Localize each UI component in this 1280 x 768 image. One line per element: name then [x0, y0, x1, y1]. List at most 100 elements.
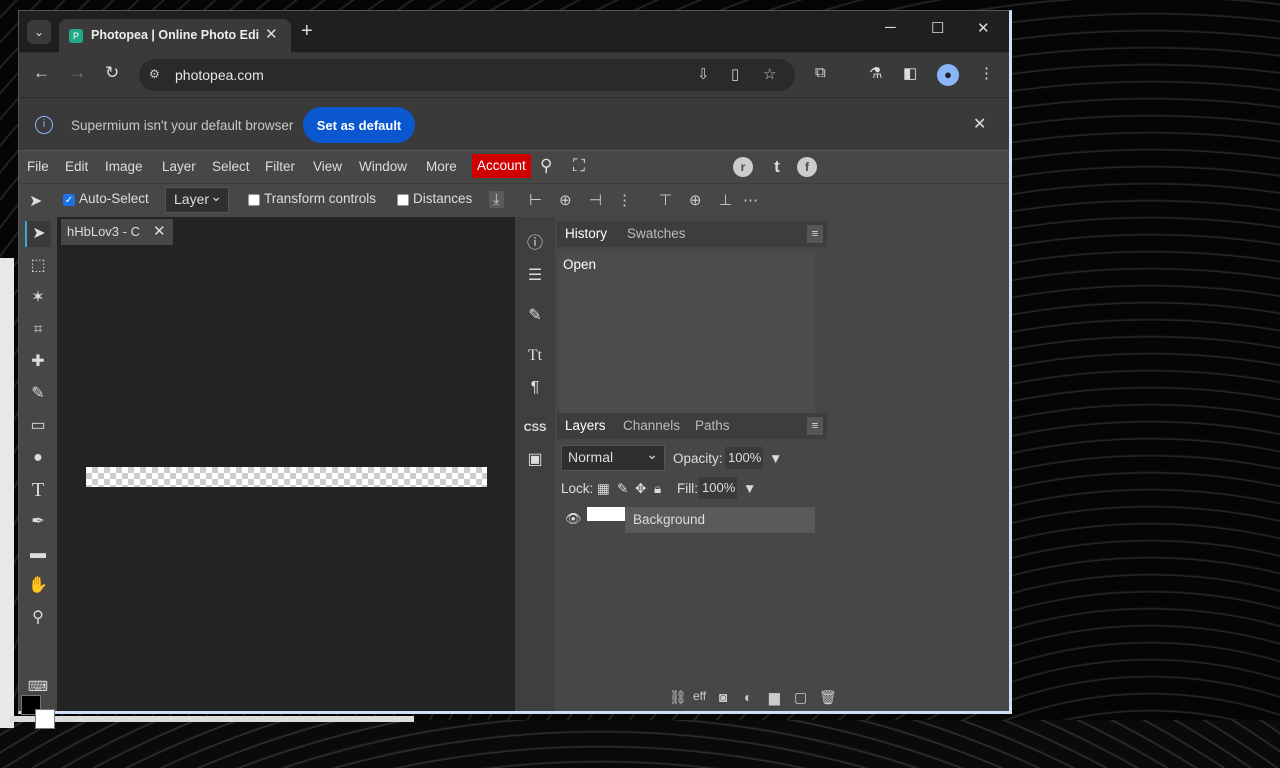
healing-brush-tool-icon[interactable]: ✚ [25, 349, 51, 375]
menu-edit[interactable]: Edit [65, 159, 88, 174]
history-entry-open[interactable]: Open [563, 257, 596, 272]
history-panel-menu-icon[interactable]: ≡ [807, 225, 823, 243]
browser-menu-icon[interactable]: ⋮ [979, 64, 994, 82]
new-tab-icon[interactable]: + [301, 20, 313, 43]
labs-flask-icon[interactable]: ⚗ [869, 64, 882, 82]
minimize-icon[interactable]: ─ [885, 19, 896, 36]
account-button[interactable]: Account [472, 154, 531, 178]
background-color-swatch[interactable] [35, 709, 55, 729]
canvas-workspace[interactable]: hHbLov3 - C ✕ [57, 217, 515, 711]
distribute-v-icon[interactable]: ⋯ [743, 191, 758, 209]
search-icon[interactable]: ⚲ [540, 156, 552, 176]
download-icon[interactable]: ⤓ [489, 191, 504, 208]
move-tool-icon[interactable]: ➤ [25, 221, 51, 247]
brush-panel-icon[interactable]: ✎ [517, 301, 553, 331]
info-panel-icon[interactable]: ⓘ [517, 229, 553, 259]
side-panel-icon[interactable]: ◧ [903, 64, 917, 82]
omnibox[interactable]: ⚙ photopea.com ⇩ ▯ ☆ [139, 59, 795, 91]
css-panel-icon[interactable]: CSS [517, 413, 553, 443]
fill-input[interactable]: 100% [699, 477, 737, 499]
adjustments-panel-icon[interactable]: ☰ [517, 261, 553, 291]
page-icon[interactable]: ▯ [731, 65, 739, 83]
maximize-icon[interactable]: ☐ [931, 19, 944, 37]
back-icon[interactable]: ← [33, 63, 50, 83]
site-info-icon[interactable]: ⚙ [149, 67, 160, 81]
blur-tool-icon[interactable]: ● [25, 445, 51, 471]
menu-view[interactable]: View [313, 159, 342, 174]
fullscreen-icon[interactable]: ⛶ [573, 156, 585, 176]
facebook-icon[interactable]: f [797, 157, 817, 177]
bookmark-star-icon[interactable]: ☆ [763, 65, 776, 83]
zoom-tool-icon[interactable]: ⚲ [25, 605, 51, 631]
align-center-h-icon[interactable]: ⊕ [559, 191, 572, 209]
layer-row[interactable]: 👁︎ Background [559, 507, 815, 533]
paragraph-panel-icon[interactable]: ¶ [517, 373, 553, 403]
install-app-icon[interactable]: ⇩ [697, 65, 710, 83]
menu-more[interactable]: More [426, 159, 457, 174]
tab-search-button[interactable]: ⌄ [27, 20, 51, 44]
tab-photopea[interactable]: P Photopea | Online Photo Editor ✕ [59, 19, 291, 53]
layers-panel-menu-icon[interactable]: ≡ [807, 417, 823, 435]
lock-all-icon[interactable]: 🔒︎ [654, 481, 661, 497]
type-tool-icon[interactable]: T [25, 477, 51, 503]
extensions-icon[interactable]: ⧉ [815, 64, 826, 81]
hand-tool-icon[interactable]: ✋ [25, 573, 51, 599]
align-left-icon[interactable]: ⊢ [529, 191, 542, 209]
opacity-dropdown-icon[interactable]: ▼ [769, 451, 782, 466]
infobar-close-icon[interactable]: ✕ [973, 114, 986, 134]
menu-file[interactable]: File [27, 159, 49, 174]
menu-filter[interactable]: Filter [265, 159, 295, 174]
visibility-eye-icon[interactable]: 👁︎ [565, 511, 582, 527]
twitter-icon[interactable]: t [767, 157, 787, 177]
link-layers-icon[interactable]: ⛓ [669, 689, 687, 706]
document-tab[interactable]: hHbLov3 - C ✕ [61, 219, 173, 245]
layer-mask-icon[interactable]: ◙ [719, 689, 727, 705]
align-top-icon[interactable]: ⊤ [659, 191, 672, 209]
tab-history[interactable]: History [565, 226, 607, 241]
tab-paths[interactable]: Paths [695, 418, 730, 433]
magic-wand-tool-icon[interactable]: ✶ [25, 285, 51, 311]
adjustment-layer-icon[interactable]: ◐ [744, 689, 752, 705]
reload-icon[interactable]: ↻ [105, 63, 119, 83]
marquee-tool-icon[interactable]: ⬚ [25, 253, 51, 279]
menu-select[interactable]: Select [212, 159, 250, 174]
align-bottom-icon[interactable]: ⊥ [719, 191, 732, 209]
gradient-tool-icon[interactable]: ▭ [25, 413, 51, 439]
lock-paint-icon[interactable]: ✎ [617, 481, 628, 497]
close-window-icon[interactable]: ✕ [977, 19, 990, 37]
delete-layer-icon[interactable]: 🗑︎ [819, 689, 837, 706]
auto-select-target-dropdown[interactable]: Layer [165, 187, 229, 213]
menu-layer[interactable]: Layer [162, 159, 196, 174]
tab-channels[interactable]: Channels [623, 418, 680, 433]
menu-image[interactable]: Image [105, 159, 143, 174]
document-canvas[interactable] [86, 467, 487, 487]
opacity-input[interactable]: 100% [725, 447, 763, 469]
reddit-icon[interactable]: r [733, 157, 753, 177]
background-window[interactable] [0, 258, 14, 728]
layer-effects-icon[interactable]: eff [693, 689, 706, 703]
brush-tool-icon[interactable]: ✎ [25, 381, 51, 407]
blend-mode-dropdown[interactable]: Normal [561, 445, 665, 471]
distribute-h-icon[interactable]: ⋮ [617, 191, 632, 209]
auto-select-checkbox[interactable]: ✓ [63, 194, 75, 206]
forward-icon[interactable]: → [69, 63, 86, 83]
distances-checkbox[interactable] [397, 194, 409, 206]
new-group-icon[interactable]: ▆ [769, 689, 780, 706]
align-middle-v-icon[interactable]: ⊕ [689, 191, 702, 209]
fill-dropdown-icon[interactable]: ▼ [743, 481, 756, 496]
tab-swatches[interactable]: Swatches [627, 226, 686, 241]
character-panel-icon[interactable]: Tt [517, 341, 553, 371]
new-layer-icon[interactable]: ▢ [794, 689, 807, 706]
profile-avatar[interactable]: ● [937, 64, 959, 86]
set-as-default-button[interactable]: Set as default [303, 107, 415, 143]
document-close-icon[interactable]: ✕ [153, 222, 166, 240]
rectangle-tool-icon[interactable]: ▬ [25, 541, 51, 567]
crop-tool-icon[interactable]: ⌗ [25, 317, 51, 343]
lock-transparency-icon[interactable]: ▦ [597, 481, 610, 497]
lock-position-icon[interactable]: ✥ [635, 481, 646, 497]
image-panel-icon[interactable]: ▣ [517, 445, 553, 475]
pen-tool-icon[interactable]: ✒ [25, 509, 51, 535]
transform-controls-checkbox[interactable] [248, 194, 260, 206]
menu-window[interactable]: Window [359, 159, 407, 174]
keyboard-icon[interactable]: ⌨ [25, 673, 51, 699]
